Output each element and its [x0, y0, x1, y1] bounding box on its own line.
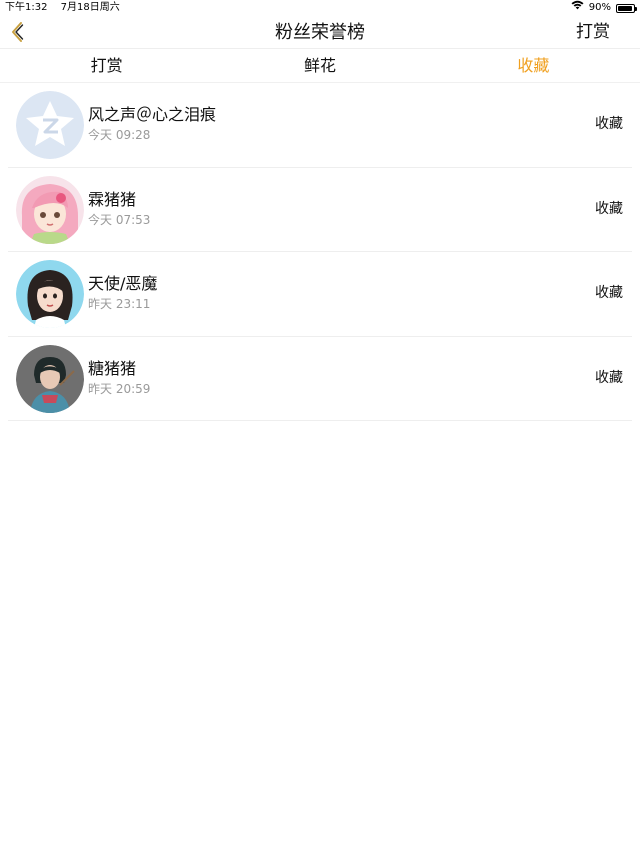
tab-favorites[interactable]: 收藏	[427, 49, 640, 82]
battery-fill	[618, 5, 632, 11]
battery-icon	[616, 3, 637, 13]
status-time: 下午1:32	[5, 2, 48, 13]
avatar	[16, 91, 84, 159]
reward-button[interactable]: 打赏	[576, 16, 610, 49]
status-date: 7月18日周六	[60, 2, 120, 13]
avatar	[16, 175, 84, 244]
tab-reward[interactable]: 打赏	[0, 49, 213, 82]
fan-time: 今天 09:28	[88, 128, 151, 142]
nav-bar: 粉丝荣誉榜 打赏	[0, 16, 640, 49]
fan-time: 今天 07:53	[88, 212, 151, 227]
illustrated-woman-avatar-icon	[16, 344, 84, 413]
fan-name: 风之声＠心之泪痕	[88, 105, 217, 124]
battery-cap	[635, 6, 637, 11]
favorite-label: 收藏	[595, 116, 623, 132]
page-title: 粉丝荣誉榜	[275, 22, 365, 43]
dark-hair-girl-avatar-icon	[16, 260, 84, 328]
battery-percent: 90%	[588, 2, 611, 13]
fan-time: 昨天 20:59	[88, 381, 151, 396]
favorite-label: 收藏	[595, 200, 623, 217]
tab-flowers[interactable]: 鲜花	[213, 49, 426, 82]
default-star-avatar-icon	[16, 91, 84, 159]
list-item[interactable]: 天使/恶魔 昨天 23:11 收藏	[8, 252, 632, 337]
fan-time: 昨天 23:11	[88, 297, 151, 311]
list-item[interactable]: 风之声＠心之泪痕 今天 09:28 收藏	[8, 83, 632, 168]
fan-list: 风之声＠心之泪痕 今天 09:28 收藏 霖猪猪 今天 07:53 收藏 天使/…	[8, 83, 632, 421]
fan-name: 天使/恶魔	[88, 274, 158, 293]
favorite-label: 收藏	[595, 369, 623, 386]
wifi-icon	[571, 0, 584, 16]
favorite-label: 收藏	[595, 285, 623, 301]
avatar	[16, 260, 84, 328]
status-right: 90%	[571, 0, 637, 16]
avatar	[16, 344, 84, 413]
status-left: 下午1:32 7月18日周六	[5, 0, 130, 16]
list-item[interactable]: 糖猪猪 昨天 20:59 收藏	[8, 337, 632, 421]
status-bar: 下午1:32 7月18日周六 90%	[0, 0, 640, 16]
tab-bar: 打赏 鲜花 收藏	[0, 49, 640, 83]
pink-hair-girl-avatar-icon	[16, 175, 84, 244]
fans-honor-page: 下午1:32 7月18日周六 90% 粉丝荣誉榜 打赏 打赏 鲜花 收藏 风之声…	[0, 0, 640, 853]
list-item[interactable]: 霖猪猪 今天 07:53 收藏	[8, 168, 632, 252]
fan-name: 霖猪猪	[88, 189, 137, 209]
fan-name: 糖猪猪	[88, 358, 137, 378]
